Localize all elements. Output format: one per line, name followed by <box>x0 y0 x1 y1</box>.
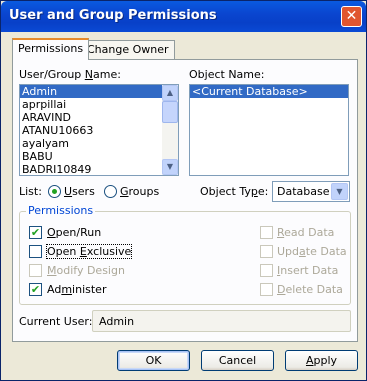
user-group-label: User/Group Name: <box>19 68 121 81</box>
permissions-dialog: User and Group Permissions ✕ Permissions… <box>0 0 367 381</box>
administer-checkbox[interactable]: ✔ <box>29 283 42 296</box>
insert-data-checkbox[interactable] <box>260 264 273 277</box>
user-group-list-item[interactable]: Admin <box>20 85 178 98</box>
open-run-checkbox[interactable]: ✔ <box>29 226 42 239</box>
ok-button[interactable]: OK <box>117 350 190 371</box>
list-label: List: <box>19 185 42 198</box>
administer-label[interactable]: Administer <box>47 283 106 296</box>
user-group-list-item[interactable]: BADRI10849 <box>20 163 178 175</box>
object-name-list[interactable]: <Current Database> <box>189 84 349 176</box>
apply-button[interactable]: Apply <box>285 350 358 371</box>
user-group-list-item[interactable]: BABU <box>20 150 178 163</box>
user-group-list-item[interactable]: ayalyam <box>20 137 178 150</box>
current-user-label: Current User: <box>19 315 93 328</box>
user-group-list-item[interactable]: ATANU10663 <box>20 124 178 137</box>
read-data-checkbox[interactable] <box>260 226 273 239</box>
open-exclusive-checkbox[interactable] <box>29 245 42 258</box>
close-icon: ✕ <box>345 8 358 24</box>
groups-radio[interactable] <box>104 185 117 198</box>
groups-radio-label[interactable]: Groups <box>120 185 159 198</box>
tab-change-owner-label: Change Owner <box>87 43 169 56</box>
permissions-group-title: Permissions <box>26 204 96 217</box>
modify-design-label[interactable]: Modify Design <box>47 264 125 277</box>
modify-design-checkbox[interactable] <box>29 264 42 277</box>
user-group-scrollbar[interactable]: ▲ ▼ <box>162 85 178 175</box>
current-user-field: Admin <box>92 310 351 332</box>
user-group-list-item[interactable]: aprpillai <box>20 98 178 111</box>
delete-data-checkbox[interactable] <box>260 283 273 296</box>
open-run-label[interactable]: Open/Run <box>47 226 101 239</box>
delete-data-label[interactable]: Delete Data <box>277 283 343 296</box>
scroll-up-icon[interactable]: ▲ <box>162 85 178 101</box>
current-user-value: Admin <box>99 315 135 328</box>
users-radio-label[interactable]: Users <box>64 185 95 198</box>
cancel-button[interactable]: Cancel <box>201 350 274 371</box>
open-exclusive-label[interactable]: Open Exclusive <box>45 244 133 259</box>
read-data-label[interactable]: Read Data <box>277 226 334 239</box>
window-title: User and Group Permissions <box>9 8 217 23</box>
tab-change-owner[interactable]: Change Owner <box>81 40 175 60</box>
permissions-panel: User/Group Name: Admin aprpillai ARAVIND AT… <box>12 59 358 342</box>
scroll-down-icon[interactable]: ▼ <box>162 159 178 175</box>
users-radio[interactable] <box>48 185 61 198</box>
user-group-list[interactable]: Admin aprpillai ARAVIND ATANU10663 ayalyam BA… <box>19 84 179 176</box>
update-data-label[interactable]: Update Data <box>277 245 347 258</box>
object-type-select[interactable]: Database ▼ <box>272 181 350 202</box>
permissions-group: Permissions ✔ Open/Run Open Exclusive Mo… <box>19 204 351 305</box>
object-name-label: Object Name: <box>189 68 265 81</box>
radio-selected-dot <box>52 189 57 194</box>
user-group-list-item[interactable]: ARAVIND <box>20 111 178 124</box>
tab-permissions-label: Permissions <box>18 42 84 55</box>
close-button[interactable]: ✕ <box>341 6 362 27</box>
object-name-list-item[interactable]: <Current Database> <box>190 85 348 98</box>
insert-data-label[interactable]: Insert Data <box>277 264 338 277</box>
title-bar[interactable]: User and Group Permissions ✕ <box>1 1 366 32</box>
scroll-thumb[interactable] <box>162 101 178 123</box>
chevron-down-icon[interactable]: ▼ <box>331 183 348 200</box>
tab-permissions[interactable]: Permissions <box>12 38 90 60</box>
object-type-value: Database <box>277 185 330 198</box>
object-type-label: Object Type: <box>200 185 269 198</box>
update-data-checkbox[interactable] <box>260 245 273 258</box>
